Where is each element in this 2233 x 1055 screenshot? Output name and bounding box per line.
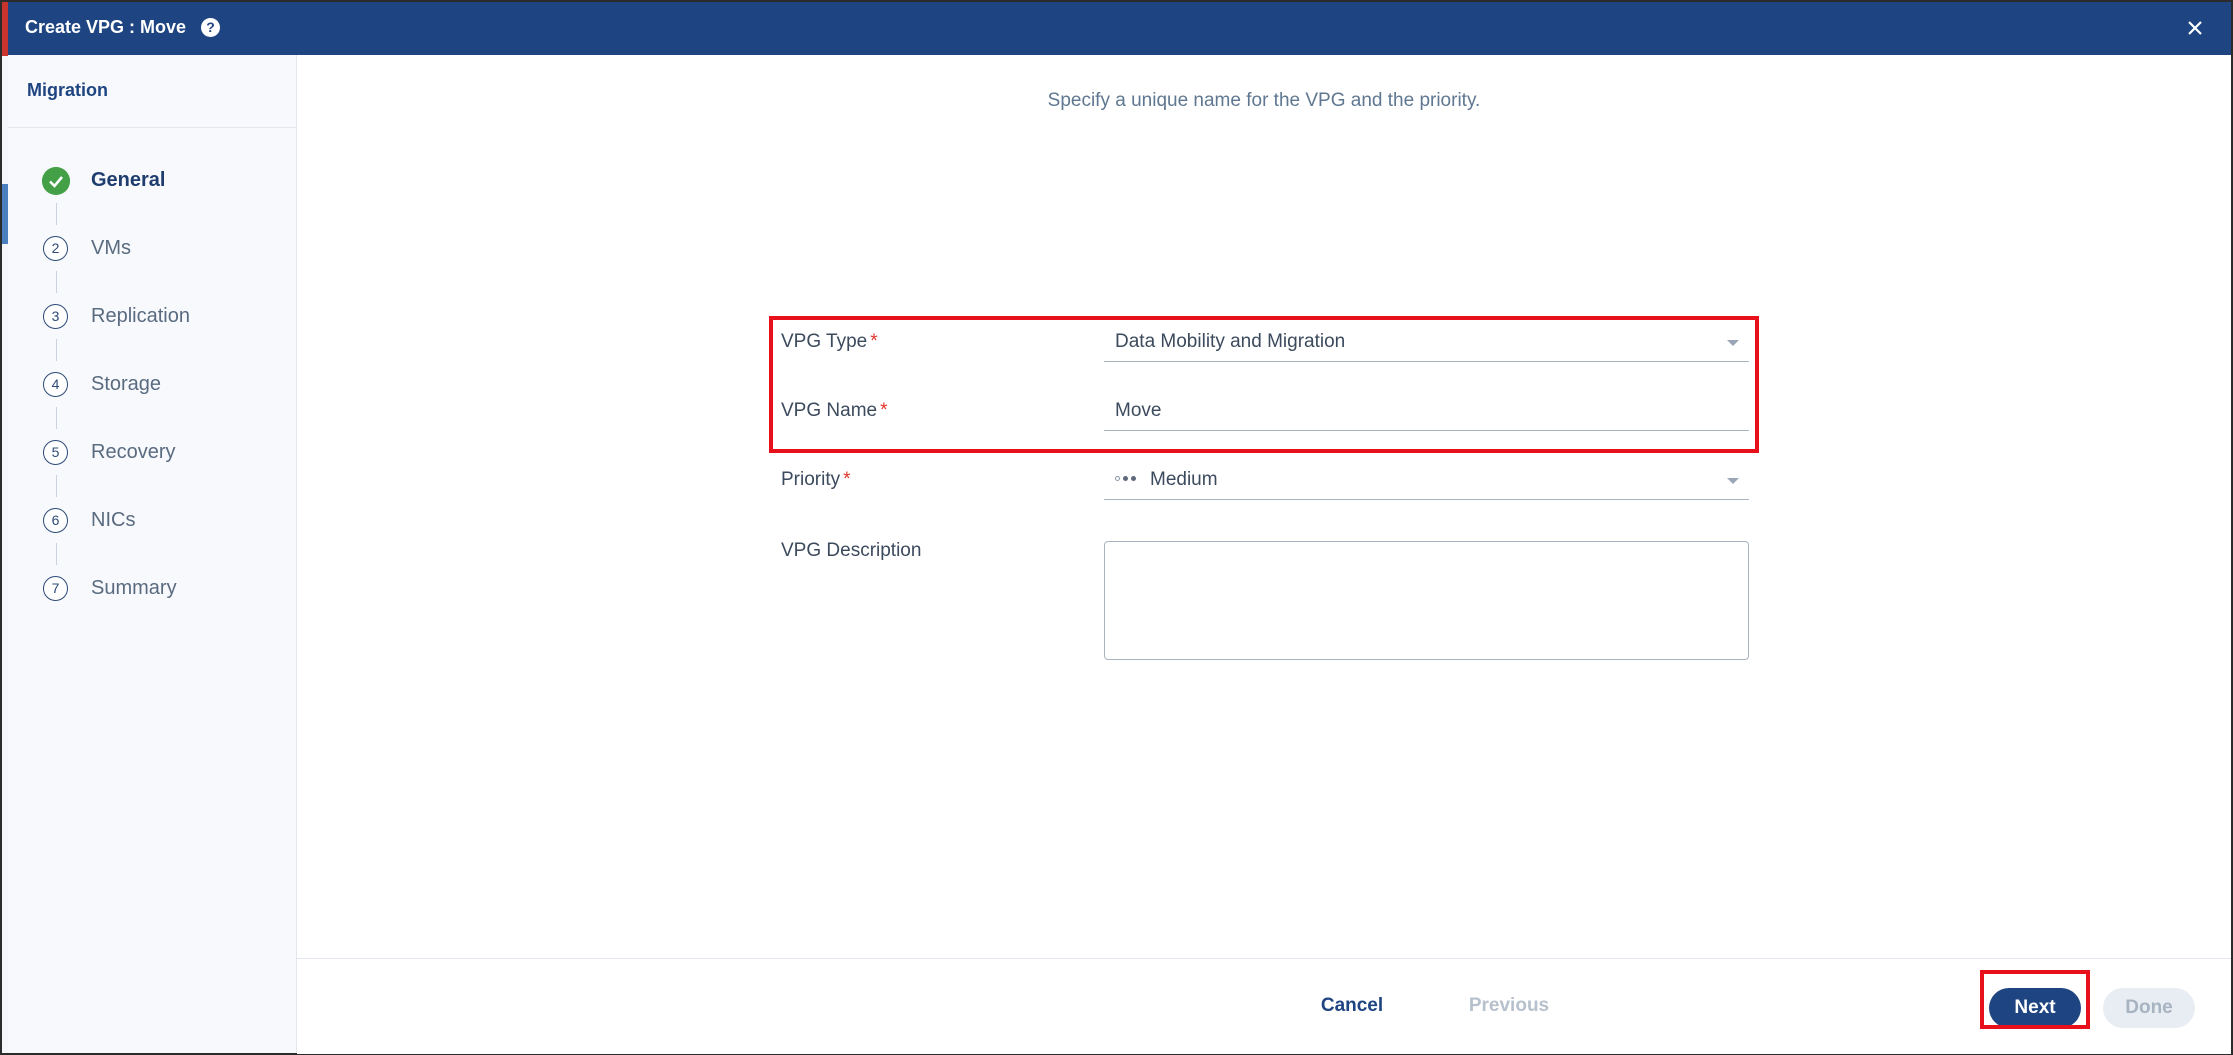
priority-value: Medium (1150, 469, 1218, 490)
vpg-type-select[interactable]: Data Mobility and Migration (1104, 323, 1749, 362)
vpg-name-label: VPG Name * (781, 400, 888, 422)
step-number: 6 (43, 508, 68, 533)
done-button[interactable]: Done (2103, 988, 2195, 1028)
next-button[interactable]: Next (1989, 988, 2081, 1028)
priority-select[interactable]: Medium (1104, 461, 1749, 500)
wizard-footer: Cancel Previous Next Done (297, 958, 2231, 1054)
previous-button[interactable]: Previous (1461, 989, 1557, 1023)
step-number: 3 (43, 304, 68, 329)
step-connector (56, 475, 57, 497)
vpg-type-value: Data Mobility and Migration (1115, 331, 1346, 352)
priority-label: Priority * (781, 469, 851, 491)
step-label: Replication (91, 305, 190, 327)
help-icon[interactable]: ? (201, 18, 220, 37)
vpg-type-label: VPG Type * (781, 331, 878, 353)
chevron-down-icon (1727, 478, 1739, 484)
step-label: General (91, 169, 166, 191)
step-connector (56, 203, 57, 225)
step-connector (56, 271, 57, 293)
step-label: Recovery (91, 441, 176, 463)
field-label-text: VPG Name (781, 400, 878, 421)
step-number: 4 (43, 372, 68, 397)
field-label-text: Priority (781, 469, 841, 490)
vpg-description-textarea[interactable] (1104, 541, 1749, 660)
required-mark: * (843, 469, 851, 490)
vpg-name-input[interactable]: Move (1104, 392, 1749, 431)
sidebar-title: Migration (27, 80, 108, 100)
step-label: VMs (91, 237, 131, 259)
cancel-button[interactable]: Cancel (1317, 989, 1387, 1023)
sidebar-divider (8, 127, 296, 128)
step-connector (56, 407, 57, 429)
chevron-down-icon (1727, 340, 1739, 346)
step-number: 2 (43, 236, 68, 261)
step-label: Summary (91, 577, 177, 599)
step-number: 7 (43, 576, 68, 601)
step-label: NICs (91, 509, 136, 531)
dialog-title: Create VPG : Move (25, 17, 187, 37)
priority-level-icon (1115, 476, 1139, 494)
step-number: 5 (43, 440, 68, 465)
step-label: Storage (91, 373, 162, 395)
vpg-name-value: Move (1115, 400, 1162, 421)
required-mark: * (880, 400, 888, 421)
required-mark: * (870, 331, 878, 352)
close-icon[interactable] (2181, 14, 2209, 42)
field-label-text: VPG Type (781, 331, 868, 352)
wizard-content: Specify a unique name for the VPG and th… (297, 55, 2231, 1054)
wizard-sidebar: Migration General 2 VMs 3 Replication 4 … (8, 55, 297, 1053)
check-icon (42, 167, 70, 195)
dialog-header: Create VPG : Move ? (8, 2, 2231, 55)
step-connector (56, 339, 57, 361)
vpg-description-label: VPG Description (781, 540, 922, 561)
step-connector (56, 543, 57, 565)
page-subtitle: Specify a unique name for the VPG and th… (1047, 90, 1481, 111)
